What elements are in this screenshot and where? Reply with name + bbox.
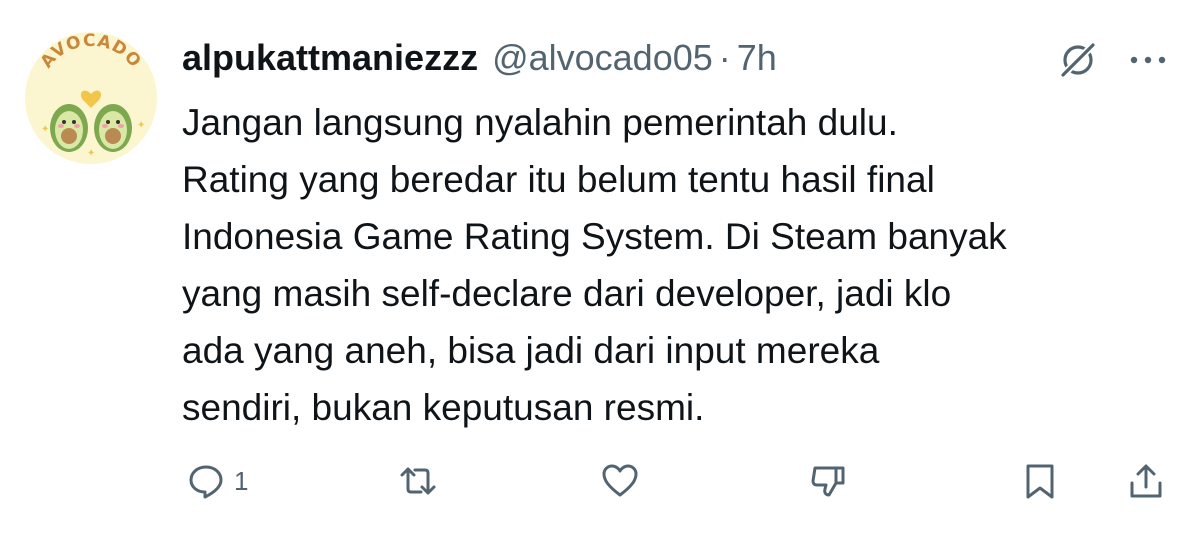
post-text-line: Jangan langsung nyalahin pemerintah dulu… <box>182 102 898 143</box>
retweet-button[interactable] <box>398 455 438 507</box>
post-text-line: Rating yang beredar itu belum tentu hasi… <box>182 159 935 200</box>
post-time[interactable]: 7h <box>737 37 777 79</box>
action-bar: 1 <box>0 455 1200 507</box>
display-name[interactable]: alpukattmaniezzz <box>182 37 478 79</box>
share-icon <box>1130 464 1162 498</box>
svg-text:✦: ✦ <box>137 120 145 131</box>
reply-count: 1 <box>234 465 249 496</box>
svg-text:AVOCADO: AVOCADO <box>37 32 145 72</box>
avatar-text: AVOCADO <box>37 32 144 72</box>
grok-button[interactable] <box>1056 38 1100 82</box>
post-text-line: sendiri, bukan keputusan resmi. <box>182 387 705 428</box>
bookmark-icon <box>1026 464 1054 499</box>
reply-button[interactable]: 1 <box>186 455 248 507</box>
separator-dot: · <box>718 37 731 78</box>
retweet-icon <box>400 467 436 495</box>
dislike-button[interactable] <box>808 455 848 507</box>
grok-icon <box>1061 43 1095 77</box>
avocado-avatar-art: AVOCADO ✦ ✦ ✦ <box>37 32 146 159</box>
post-header: alpukattmaniezzz @alvocado05 · 7h <box>182 32 777 84</box>
more-icon <box>1130 56 1166 64</box>
post-text: Jangan langsung nyalahin pemerintah dulu… <box>182 94 1182 436</box>
svg-text:✦: ✦ <box>87 148 95 159</box>
user-handle[interactable]: @alvocado05 <box>492 37 713 79</box>
dislike-icon <box>811 466 845 497</box>
post-text-line: Indonesia Game Rating System. Di Steam b… <box>182 216 1007 257</box>
share-button[interactable] <box>1126 455 1166 507</box>
avatar[interactable]: AVOCADO ✦ ✦ ✦ <box>25 32 157 164</box>
svg-text:✦: ✦ <box>41 124 49 135</box>
like-button[interactable] <box>600 455 640 507</box>
bookmark-button[interactable] <box>1020 455 1060 507</box>
like-icon <box>602 464 638 497</box>
post-text-line: yang masih self-declare dari developer, … <box>182 273 952 314</box>
reply-icon <box>189 465 223 499</box>
more-button[interactable] <box>1124 44 1172 76</box>
post-text-line: ada yang aneh, bisa jadi dari input mere… <box>182 330 880 371</box>
